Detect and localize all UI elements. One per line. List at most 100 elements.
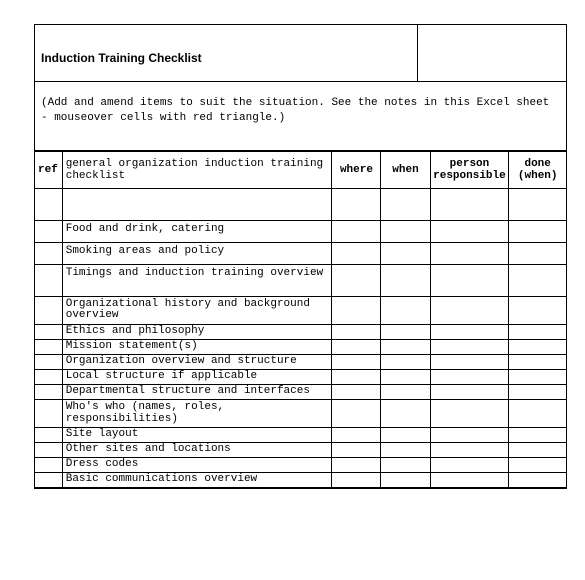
empty-cell: [35, 384, 63, 399]
table-row: Ethics and philosophy: [35, 324, 567, 339]
document-title: Induction Training Checklist: [35, 25, 418, 81]
document-frame: Induction Training Checklist (Add and am…: [34, 24, 567, 489]
empty-cell: [332, 188, 381, 220]
table-row: Timings and induction training overview: [35, 264, 567, 296]
empty-cell: [35, 264, 63, 296]
empty-cell: [430, 354, 509, 369]
empty-cell: [509, 339, 567, 354]
empty-cell: [332, 339, 381, 354]
empty-cell: [509, 188, 567, 220]
empty-cell: [509, 242, 567, 264]
checklist-item: Organizational history and background ov…: [62, 296, 332, 324]
empty-cell: [381, 384, 430, 399]
empty-cell: [430, 399, 509, 427]
empty-cell: [35, 443, 63, 458]
table-row: Local structure if applicable: [35, 369, 567, 384]
empty-cell: [430, 264, 509, 296]
checklist-item: Other sites and locations: [62, 443, 332, 458]
table-row: [35, 188, 567, 220]
table-row: Site layout: [35, 428, 567, 443]
empty-cell: [381, 188, 430, 220]
empty-cell: [430, 339, 509, 354]
col-when: when: [381, 151, 430, 188]
empty-cell: [332, 399, 381, 427]
page: Induction Training Checklist (Add and am…: [0, 0, 585, 580]
empty-cell: [381, 354, 430, 369]
col-desc: general organization induction training …: [62, 151, 332, 188]
header-row: ref general organization induction train…: [35, 151, 567, 188]
checklist-item: Food and drink, catering: [62, 220, 332, 242]
empty-cell: [430, 220, 509, 242]
table-row: Organization overview and structure: [35, 354, 567, 369]
checklist-item: Site layout: [62, 428, 332, 443]
empty-cell: [332, 324, 381, 339]
checklist-item: Organization overview and structure: [62, 354, 332, 369]
empty-cell: [35, 473, 63, 488]
empty-cell: [332, 458, 381, 473]
empty-cell: [509, 220, 567, 242]
empty-cell: [381, 428, 430, 443]
empty-cell: [332, 384, 381, 399]
checklist-item: Local structure if applicable: [62, 369, 332, 384]
title-row: Induction Training Checklist: [35, 25, 566, 82]
instruction-note: (Add and amend items to suit the situati…: [35, 82, 566, 151]
table-row: Mission statement(s): [35, 339, 567, 354]
empty-cell: [430, 473, 509, 488]
empty-cell: [381, 242, 430, 264]
empty-cell: [35, 220, 63, 242]
checklist-table: ref general organization induction train…: [34, 151, 567, 488]
empty-cell: [509, 428, 567, 443]
empty-cell: [509, 399, 567, 427]
checklist-item: Basic communications overview: [62, 473, 332, 488]
empty-cell: [381, 399, 430, 427]
empty-cell: [430, 296, 509, 324]
empty-cell: [35, 458, 63, 473]
table-row: Basic communications overview: [35, 473, 567, 488]
empty-cell: [381, 220, 430, 242]
empty-cell: [430, 324, 509, 339]
table-row: Who's who (names, roles, responsibilitie…: [35, 399, 567, 427]
empty-cell: [35, 296, 63, 324]
empty-cell: [332, 354, 381, 369]
empty-cell: [381, 324, 430, 339]
empty-cell: [35, 428, 63, 443]
empty-cell: [509, 264, 567, 296]
checklist-item: Who's who (names, roles, responsibilitie…: [62, 399, 332, 427]
empty-cell: [509, 369, 567, 384]
col-done: done (when): [509, 151, 567, 188]
checklist-item: Timings and induction training overview: [62, 264, 332, 296]
empty-cell: [381, 473, 430, 488]
empty-cell: [430, 384, 509, 399]
col-where: where: [332, 151, 381, 188]
empty-cell: [430, 443, 509, 458]
empty-cell: [35, 369, 63, 384]
empty-cell: [509, 354, 567, 369]
table-row: Food and drink, catering: [35, 220, 567, 242]
empty-cell: [381, 264, 430, 296]
checklist-item: Dress codes: [62, 458, 332, 473]
empty-cell: [509, 296, 567, 324]
table-row: Other sites and locations: [35, 443, 567, 458]
title-spacer: [418, 25, 566, 81]
empty-cell: [332, 428, 381, 443]
col-ref: ref: [35, 151, 63, 188]
empty-cell: [332, 369, 381, 384]
checklist-item: Mission statement(s): [62, 339, 332, 354]
empty-cell: [35, 399, 63, 427]
table-row: Dress codes: [35, 458, 567, 473]
checklist-item: Smoking areas and policy: [62, 242, 332, 264]
empty-cell: [381, 339, 430, 354]
empty-cell: [381, 458, 430, 473]
empty-cell: [509, 384, 567, 399]
empty-cell: [35, 324, 63, 339]
table-row: Departmental structure and interfaces: [35, 384, 567, 399]
empty-cell: [332, 242, 381, 264]
empty-cell: [332, 220, 381, 242]
checklist-item: [62, 188, 332, 220]
empty-cell: [509, 473, 567, 488]
table-row: Smoking areas and policy: [35, 242, 567, 264]
empty-cell: [35, 242, 63, 264]
checklist-item: Departmental structure and interfaces: [62, 384, 332, 399]
empty-cell: [332, 473, 381, 488]
col-person: person responsible: [430, 151, 509, 188]
